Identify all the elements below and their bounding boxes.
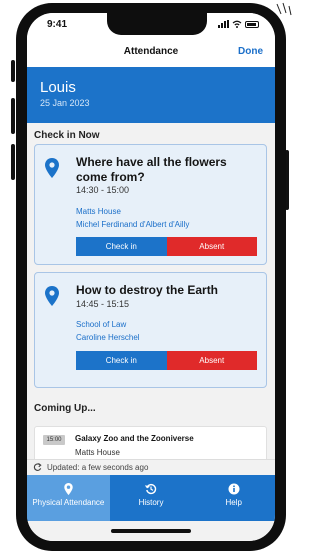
- signal-icon: [218, 20, 229, 28]
- current-date: 25 Jan 2023: [40, 98, 90, 108]
- attendance-buttons: Check in Absent: [76, 351, 257, 370]
- info-icon: [228, 483, 240, 495]
- history-icon: [145, 483, 157, 495]
- tab-label: Help: [225, 498, 242, 507]
- mute-switch: [11, 60, 15, 82]
- tab-physical-attendance[interactable]: Physical Attendance: [27, 475, 110, 521]
- upcoming-time-badge: 15:00: [43, 435, 65, 445]
- event-location-link[interactable]: Matts House: [76, 207, 121, 216]
- absent-button[interactable]: Absent: [166, 237, 257, 256]
- event-time: 14:30 - 15:00: [76, 185, 130, 195]
- update-status-text: Updated: a few seconds ago: [47, 463, 149, 472]
- status-icons: [218, 20, 259, 28]
- check-in-section-title: Check in Now: [34, 130, 100, 141]
- done-button[interactable]: Done: [238, 46, 263, 57]
- update-status-bar: Updated: a few seconds ago: [27, 459, 275, 475]
- notch: [107, 13, 207, 35]
- app-screen: 9:41 Attendance Done Louis 25 Jan 2023 C…: [27, 13, 275, 541]
- volume-down-button: [11, 144, 15, 180]
- event-title: How to destroy the Earth: [76, 283, 219, 297]
- tab-label: Physical Attendance: [32, 498, 105, 507]
- check-in-button[interactable]: Check in: [76, 351, 167, 370]
- navigation-bar: Attendance Done: [27, 39, 275, 67]
- attendance-buttons: Check in Absent: [76, 237, 257, 256]
- event-card: How to destroy the Earth 14:45 - 15:15 S…: [34, 272, 267, 388]
- upcoming-event-title: Galaxy Zoo and the Zooniverse: [75, 434, 194, 443]
- profile-header: Louis 25 Jan 2023: [27, 67, 275, 123]
- refresh-icon[interactable]: [33, 462, 42, 472]
- tab-bar: Physical Attendance History Help: [27, 475, 275, 521]
- location-pin-icon: [45, 286, 59, 306]
- home-indicator[interactable]: [111, 529, 191, 533]
- battery-icon: [245, 21, 259, 28]
- event-host-link[interactable]: Michel Ferdinand d'Albert d'Ailly: [76, 220, 189, 229]
- event-time: 14:45 - 15:15: [76, 299, 130, 309]
- upcoming-event-location: Matts House: [75, 448, 120, 457]
- home-indicator-area: [27, 521, 275, 541]
- tab-help[interactable]: Help: [192, 475, 275, 521]
- check-in-button[interactable]: Check in: [76, 237, 167, 256]
- absent-button[interactable]: Absent: [166, 351, 257, 370]
- event-card: Where have all the flowers come from? 14…: [34, 144, 267, 265]
- event-host-link[interactable]: Caroline Herschel: [76, 333, 140, 342]
- location-pin-icon: [45, 158, 59, 178]
- wifi-icon: [232, 20, 242, 28]
- location-pin-icon: [64, 483, 73, 495]
- coming-up-section-title: Coming Up...: [34, 403, 96, 414]
- status-time: 9:41: [47, 19, 68, 30]
- event-title: Where have all the flowers come from?: [76, 155, 227, 184]
- canvas: 9:41 Attendance Done Louis 25 Jan 2023 C…: [0, 0, 299, 555]
- tab-history[interactable]: History: [110, 475, 193, 521]
- volume-up-button: [11, 98, 15, 134]
- event-location-link[interactable]: School of Law: [76, 320, 126, 329]
- tab-label: History: [138, 498, 164, 507]
- user-name: Louis: [40, 79, 76, 96]
